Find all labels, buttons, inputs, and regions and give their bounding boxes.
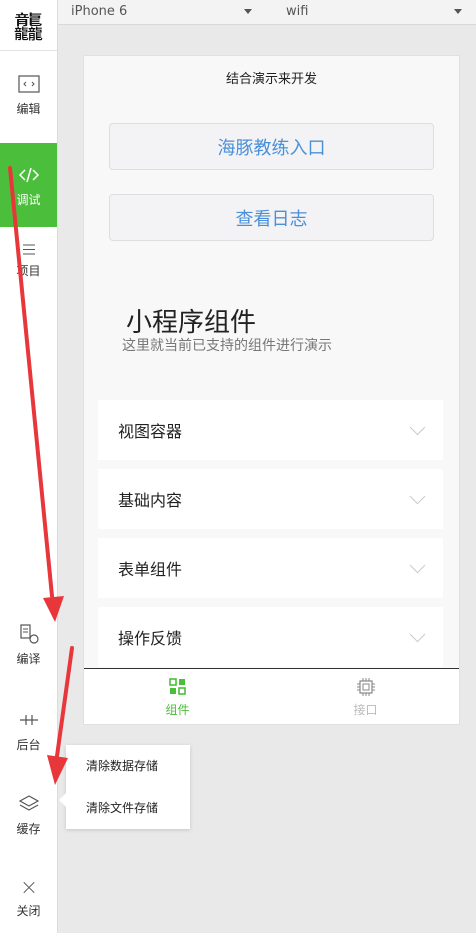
toolbar-cache-button[interactable]: 缓存 [0, 792, 57, 840]
grid-icon [168, 677, 186, 695]
list-item-label: 视图容器 [118, 422, 183, 441]
toolbar-edit-button[interactable]: 编辑 [0, 72, 57, 132]
layers-icon [18, 795, 39, 811]
list-item-label: 表单组件 [118, 560, 183, 579]
toolbar-background-button[interactable]: 后台 [0, 708, 57, 754]
tab-components[interactable]: 组件 [84, 669, 271, 724]
section-subtitle: 这里就当前已支持的组件进行演示 [122, 338, 332, 354]
clear-data-storage-item[interactable]: 清除数据存储 [86, 758, 158, 774]
compile-refresh-icon [19, 624, 39, 644]
tab-components-label: 组件 [165, 702, 190, 717]
cache-popup-menu: 清除数据存储 清除文件存储 [59, 745, 190, 829]
list-item-view-container[interactable]: 视图容器 [98, 400, 443, 460]
toolbar-cache-label: 缓存 [16, 822, 41, 836]
chevron-down-icon [409, 626, 426, 643]
toolbar-compile-label: 编译 [16, 652, 41, 666]
section-title: 小程序组件 [126, 308, 257, 338]
code-brackets-icon [18, 167, 39, 183]
list-item-feedback[interactable]: 操作反馈 [98, 607, 443, 667]
background-pipe-icon [19, 715, 38, 725]
menu-lines-icon [22, 244, 35, 255]
network-dropdown-icon[interactable] [454, 9, 462, 14]
app-logo: 龘 [0, 0, 57, 51]
chip-icon [356, 677, 375, 696]
list-item-form-components[interactable]: 表单组件 [98, 538, 443, 598]
toolbar-edit-label: 编辑 [16, 102, 41, 116]
chevron-down-icon [409, 419, 426, 436]
view-log-button[interactable]: 查看日志 [109, 194, 434, 241]
device-select[interactable]: iPhone 6 [71, 4, 127, 20]
list-item-label: 基础内容 [118, 491, 183, 510]
logo-glyph: 龘 [13, 11, 44, 46]
toolbar-project-button[interactable]: 项目 [0, 242, 57, 286]
chevron-down-icon [409, 488, 426, 505]
toolbar-background-label: 后台 [16, 738, 41, 752]
tab-api[interactable]: 接口 [272, 669, 459, 724]
clear-file-storage-item[interactable]: 清除文件存储 [86, 800, 158, 816]
toolbar-project-label: 项目 [16, 264, 41, 278]
toolbar-debug-button[interactable]: 调试 [0, 143, 57, 227]
toolbar-compile-button[interactable]: 编译 [0, 622, 57, 670]
device-dropdown-icon[interactable] [244, 9, 252, 14]
chevron-down-icon [409, 557, 426, 574]
phone-simulator: 结合演示来开发 海豚教练入口 查看日志 小程序组件 这里就当前已支持的组件进行演… [84, 56, 459, 724]
code-window-icon [17, 75, 40, 93]
page-title: 结合演示来开发 [225, 72, 317, 87]
tab-bar: 组件 接口 [84, 668, 459, 724]
devtools-toolbar: 龘 编辑 调试 项目 编译 后台 缓存 关闭 [0, 0, 58, 933]
toolbar-close-label: 关闭 [16, 904, 41, 918]
list-item-basic-content[interactable]: 基础内容 [98, 469, 443, 529]
coach-entry-button[interactable]: 海豚教练入口 [109, 123, 434, 170]
toolbar-close-button[interactable]: 关闭 [0, 880, 57, 924]
toolbar-debug-label: 调试 [16, 193, 41, 207]
simulator-topbar: iPhone 6 wifi [58, 0, 476, 25]
network-select[interactable]: wifi [286, 4, 308, 20]
close-icon [22, 881, 35, 894]
list-item-label: 操作反馈 [118, 629, 183, 648]
tab-api-label: 接口 [353, 702, 378, 717]
